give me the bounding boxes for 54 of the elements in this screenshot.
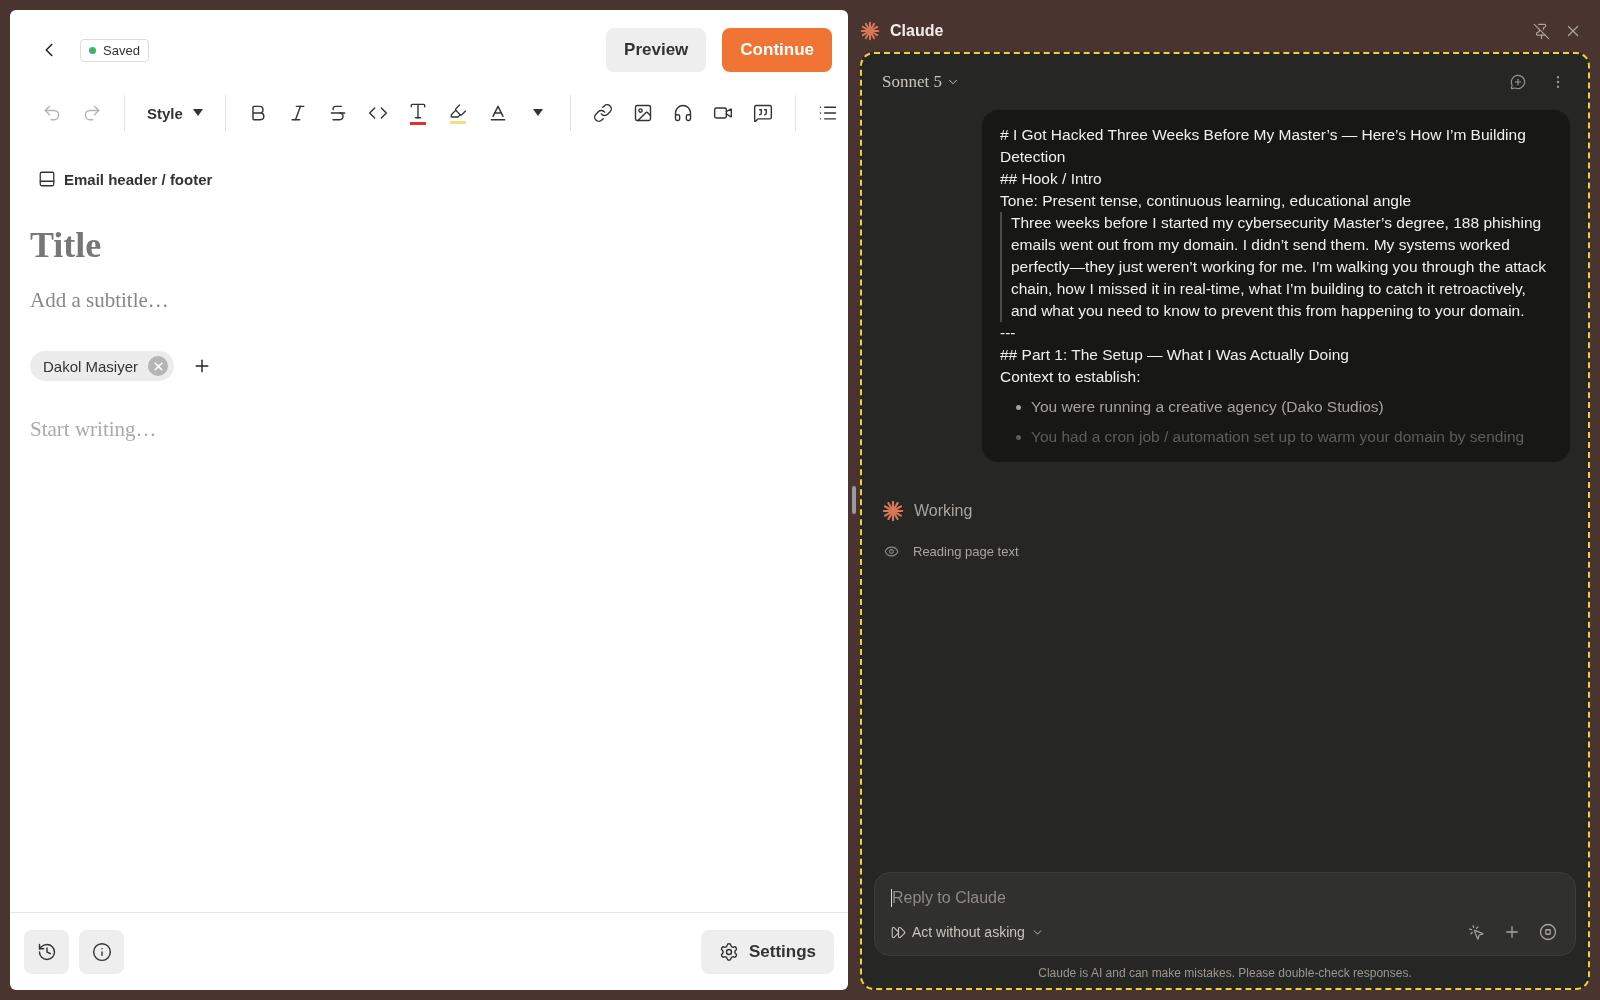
reply-box[interactable]: Reply to Claude Act without asking bbox=[874, 872, 1576, 956]
message-quote: Three weeks before I started my cybersecurity Master’s degree, 188 phishing emails went out from my domain. I didn’t send them. My systems worked perfectly—they just weren’t working for me. I’m walking you through the attack chain, how I missed it in real-time, what I’m building to catch it retroactively, and what you need to know to prevent this from happening to your domain. bbox=[1000, 212, 1552, 322]
chat-plus-icon bbox=[1510, 74, 1526, 90]
close-icon bbox=[151, 359, 165, 373]
image-icon bbox=[632, 103, 653, 123]
message-line: ## Hook / Intro bbox=[1000, 169, 1103, 189]
message-line: ## Part 1: The Setup — What I Was Actually Doing bbox=[1000, 345, 1350, 365]
undo-icon bbox=[42, 103, 62, 123]
author-name: Dakol Masiyer bbox=[43, 357, 139, 375]
panel-title: Claude bbox=[890, 22, 944, 40]
history-icon bbox=[36, 941, 57, 962]
step-text: Reading page text bbox=[913, 544, 1019, 559]
info-icon bbox=[91, 941, 112, 962]
message-line: Context to establish: bbox=[1000, 367, 1142, 387]
message-line: --- bbox=[1000, 323, 1017, 343]
caret-icon bbox=[192, 109, 203, 117]
caret-icon bbox=[532, 109, 543, 117]
message-bullet: You were running a creative agency (Dako Studios) bbox=[1031, 397, 1384, 417]
sparkle-icon bbox=[882, 500, 904, 522]
new-chat-button[interactable] bbox=[1508, 72, 1528, 92]
bullet-icon bbox=[1016, 435, 1021, 440]
style-dropdown[interactable]: Style bbox=[139, 104, 211, 122]
fast-forward-icon bbox=[891, 924, 906, 940]
quote-bubble-icon bbox=[752, 103, 773, 123]
settings-button[interactable]: Settings bbox=[700, 929, 834, 974]
headphones-icon bbox=[672, 103, 693, 123]
bullet-icon bbox=[1016, 405, 1021, 410]
sparkle-icon bbox=[860, 21, 880, 41]
highlighter-icon bbox=[448, 102, 467, 120]
model-selector[interactable]: Sonnet 5 bbox=[882, 72, 960, 92]
saved-status: Saved bbox=[80, 38, 149, 62]
bullet-list-icon bbox=[817, 103, 838, 123]
info-button[interactable] bbox=[79, 929, 124, 974]
mode-selector[interactable]: Act without asking bbox=[891, 924, 1044, 940]
email-header-footer-button[interactable]: Email header / footer bbox=[30, 170, 221, 188]
preview-button[interactable]: Preview bbox=[606, 28, 707, 72]
settings-icon bbox=[718, 941, 739, 962]
author-chip[interactable]: Dakol Masiyer bbox=[30, 351, 175, 381]
panel-icon bbox=[38, 170, 56, 188]
message-line: # I Got Hacked Three Weeks Before My Master’s — Here’s How I’m Building Detection bbox=[1000, 125, 1527, 167]
stop-icon bbox=[1539, 923, 1557, 941]
disclaimer-text: Claude is AI and can make mistakes. Please double-check responses. bbox=[1037, 966, 1413, 980]
link-icon bbox=[592, 103, 613, 123]
pin-off-icon bbox=[1533, 22, 1550, 40]
redo-icon bbox=[82, 103, 102, 123]
pointer-icon bbox=[1468, 923, 1485, 941]
message-bullet: You had a cron job / automation set up to warm your domain by sending bbox=[1031, 427, 1525, 447]
working-status: Working bbox=[914, 502, 973, 520]
resize-handle[interactable] bbox=[852, 486, 856, 514]
plus-icon bbox=[1503, 923, 1521, 941]
history-button[interactable] bbox=[24, 929, 69, 974]
eye-icon bbox=[884, 544, 899, 559]
message-line: Tone: Present tense, continuous learning, educational angle bbox=[1000, 191, 1413, 211]
stop-button[interactable] bbox=[1537, 921, 1559, 943]
